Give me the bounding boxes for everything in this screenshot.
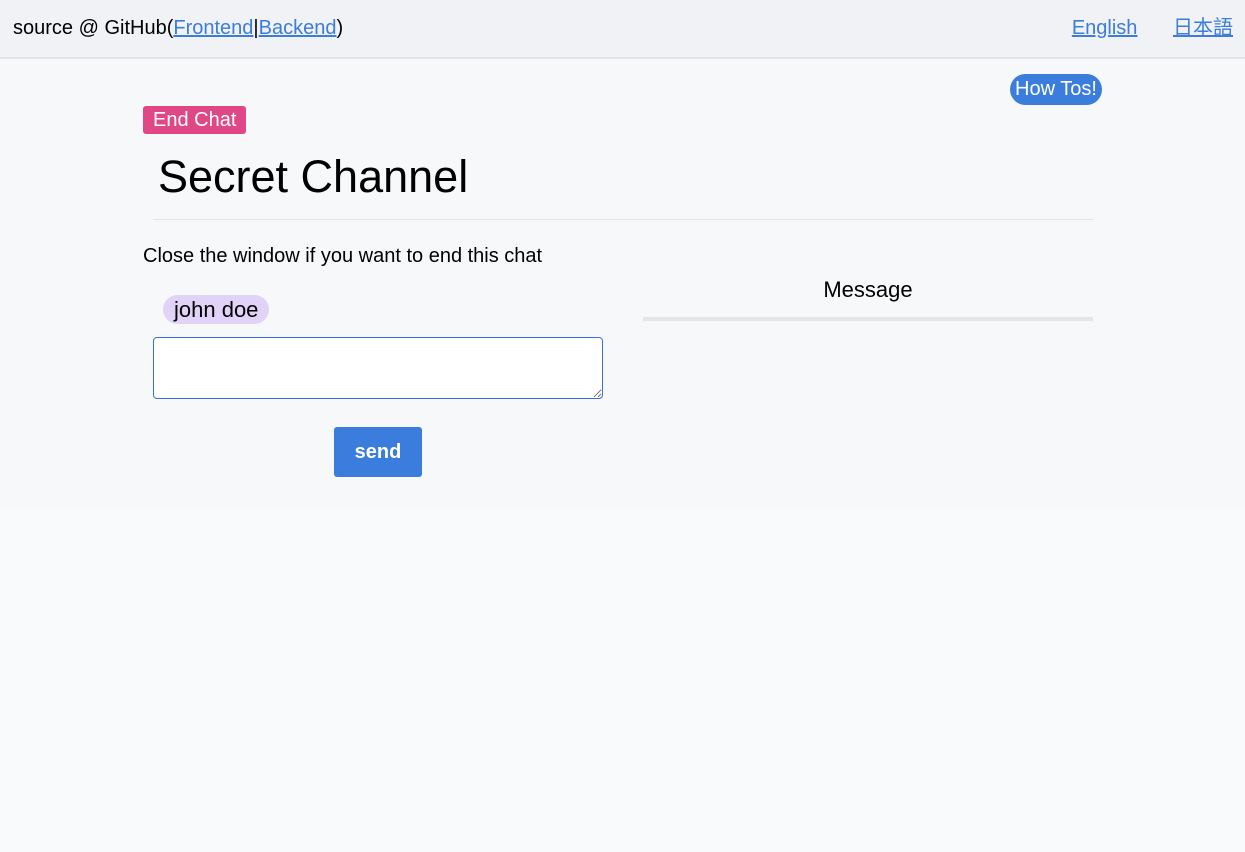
title-divider <box>153 219 1093 220</box>
source-prefix: source @ GitHub( <box>13 17 174 39</box>
how-tos-button[interactable]: How Tos! <box>1010 74 1102 105</box>
language-japanese-link[interactable]: 日本語 <box>1173 17 1233 39</box>
source-suffix: ) <box>336 17 344 39</box>
frontend-link[interactable]: Frontend <box>173 17 253 39</box>
send-button[interactable]: send <box>334 427 422 477</box>
page-title: Secret Channel <box>158 151 469 202</box>
language-switcher: English 日本語 <box>1072 16 1233 40</box>
source-links: source @ GitHub(Frontend|Backend) <box>13 16 343 40</box>
end-chat-notice: Close the window if you want to end this… <box>143 245 543 267</box>
message-input[interactable] <box>153 337 603 399</box>
language-english-link[interactable]: English <box>1072 17 1138 39</box>
top-bar: source @ GitHub(Frontend|Backend) Englis… <box>0 0 1245 59</box>
end-chat-button[interactable]: End Chat <box>143 106 247 134</box>
message-list-header: Message <box>643 277 1093 321</box>
backend-link[interactable]: Backend <box>259 17 337 39</box>
user-name-badge: john doe <box>163 295 270 324</box>
